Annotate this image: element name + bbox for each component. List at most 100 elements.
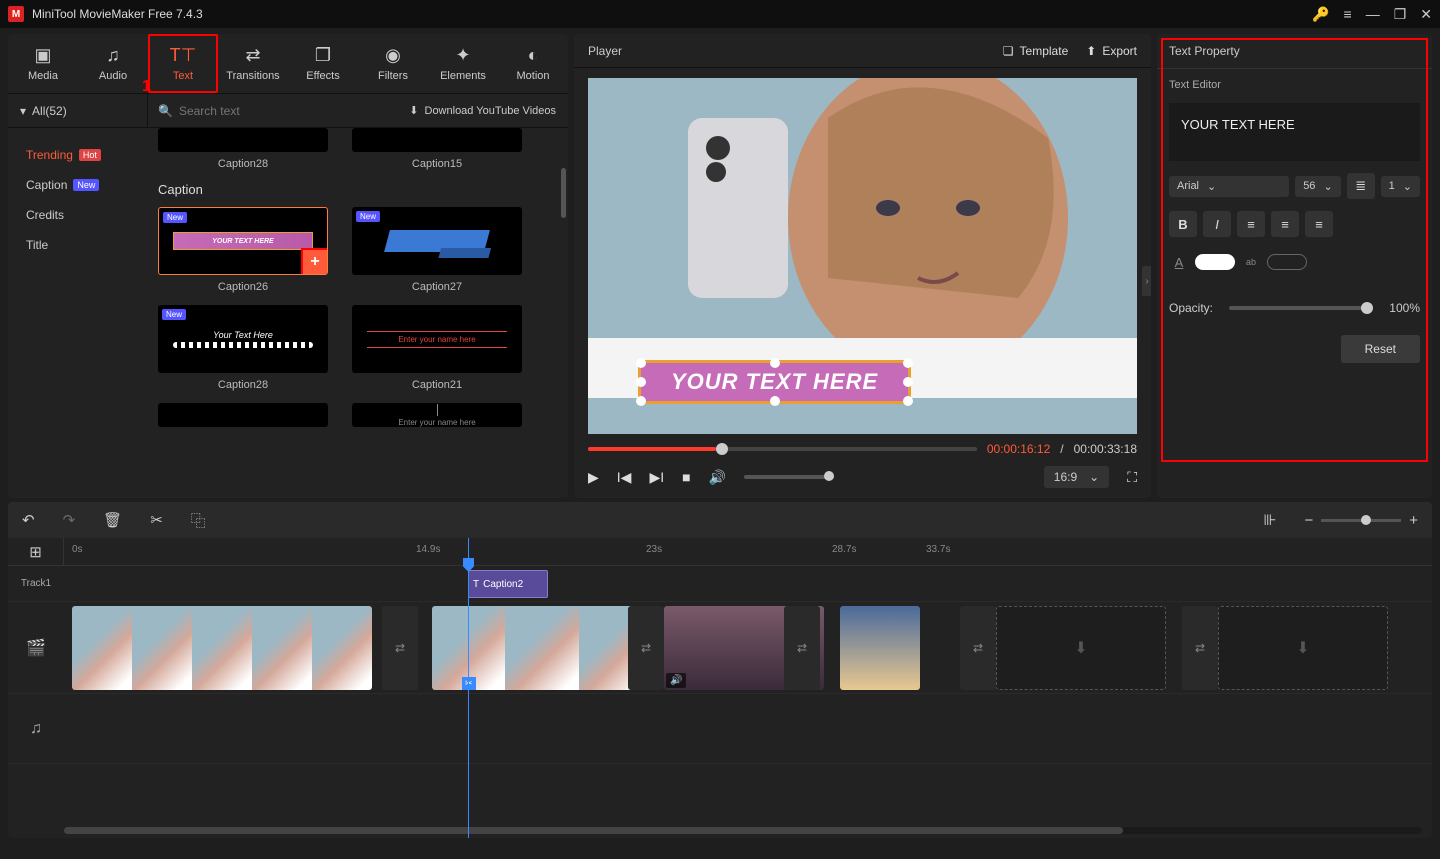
export-button[interactable]: ⬆ Export [1086, 44, 1137, 58]
ruler-mark: 28.7s [832, 544, 856, 555]
volume-slider[interactable] [744, 475, 834, 479]
thumbnail-Caption21[interactable]: Enter your name here [352, 305, 522, 373]
nav-tab-effects[interactable]: ❐Effects [288, 34, 358, 93]
empty-clip-slot[interactable]: ⬇ [996, 606, 1166, 690]
progress-bar[interactable] [588, 447, 977, 451]
split-button[interactable]: ✂ [150, 511, 163, 529]
align-center-button[interactable]: ≡ [1271, 211, 1299, 237]
line-spacing-select[interactable]: 1⌄ [1381, 176, 1420, 197]
snap-button[interactable]: ⊪ [1263, 511, 1276, 529]
nav-tab-transitions[interactable]: ⇄Transitions [218, 34, 288, 93]
crop-button[interactable]: ⿻ [191, 510, 206, 531]
thumb-label: Caption28 [218, 158, 268, 170]
zoom-slider[interactable] [1321, 519, 1401, 522]
add-button[interactable]: + [301, 248, 328, 275]
text-property-header: Text Property [1157, 34, 1432, 69]
nav-tab-filters[interactable]: ◉Filters [358, 34, 428, 93]
nav-tab-text[interactable]: T⊤Text [148, 34, 218, 93]
transition-slot[interactable]: ⇄ [960, 606, 996, 690]
template-button[interactable]: ❏ Template [1003, 44, 1068, 58]
thumbnail-Caption28[interactable]: NewYour Text Here [158, 305, 328, 373]
minimize-icon[interactable]: — [1366, 6, 1380, 22]
transition-slot[interactable]: ⇄ [784, 606, 820, 690]
key-icon[interactable]: 🔑 [1312, 6, 1329, 23]
bold-button[interactable]: B [1169, 211, 1197, 237]
all-dropdown[interactable]: ▾ All(52) [8, 94, 148, 127]
font-family-select[interactable]: Arial⌄ [1169, 176, 1289, 197]
thumbnail-Caption26[interactable]: NewYOUR TEXT HERE+2 [158, 207, 328, 275]
time-separator: / [1060, 442, 1063, 456]
thumbnail-Caption15[interactable] [352, 128, 522, 152]
playhead[interactable] [468, 538, 469, 838]
music-icon: ♫ [106, 45, 120, 66]
text-overlay[interactable]: YOUR TEXT HERE [638, 360, 911, 404]
transition-slot[interactable]: ⇄ [1182, 606, 1218, 690]
add-track-button[interactable]: ⊞ [29, 543, 42, 561]
delete-button[interactable]: 🗑 [103, 511, 122, 529]
menu-icon[interactable]: ≡ [1344, 6, 1352, 22]
scrollbar-vertical[interactable] [561, 168, 566, 218]
thumbnail-blank[interactable] [158, 403, 328, 427]
nav-tab-audio[interactable]: ♫Audio [78, 34, 148, 93]
font-size-select[interactable]: 56⌄ [1295, 176, 1340, 197]
text-clip[interactable]: T Caption2 [468, 570, 548, 598]
preview-area[interactable]: YOUR TEXT HERE [588, 78, 1137, 434]
video-clip[interactable]: ✂ [432, 606, 652, 690]
panel-expand-handle[interactable]: › [1142, 266, 1151, 296]
empty-clip-slot[interactable]: ⬇ [1218, 606, 1388, 690]
timeline-scrollbar[interactable] [64, 827, 1422, 834]
thumbnail-Caption28[interactable] [158, 128, 328, 152]
download-youtube-link[interactable]: ⬇ Download YouTube Videos [397, 104, 568, 117]
size-value: 56 [1303, 180, 1315, 192]
opacity-value: 100% [1389, 301, 1420, 315]
category-title[interactable]: Title [8, 230, 148, 260]
prev-button[interactable]: I◀ [617, 469, 632, 486]
close-icon[interactable]: ✕ [1420, 6, 1432, 23]
volume-icon[interactable]: 🔊 [709, 469, 726, 486]
category-trending[interactable]: TrendingHot [8, 140, 148, 170]
category-credits[interactable]: Credits [8, 200, 148, 230]
thumb-label: Caption28 [218, 379, 268, 391]
transition-slot[interactable]: ⇄ [382, 606, 418, 690]
redo-button[interactable]: ↷ [63, 511, 76, 529]
category-caption[interactable]: CaptionNew [8, 170, 148, 200]
thumbnail-Caption27[interactable]: New [352, 207, 522, 275]
opacity-slider[interactable] [1229, 306, 1373, 310]
nav-tab-motion[interactable]: ◐Motion [498, 34, 568, 93]
ruler-mark: 14.9s [416, 544, 440, 555]
video-clip[interactable] [72, 606, 372, 690]
next-button[interactable]: ▶I [649, 469, 664, 486]
text-editor-input[interactable]: YOUR TEXT HERE [1169, 103, 1420, 161]
timeline-panel: ↶ ↷ 🗑 ✂ ⿻ ⊪ − + ⊞ 0s14.9s23s28.7s33.7s T… [0, 498, 1440, 853]
export-icon: ⬆ [1086, 44, 1096, 58]
zoom-out-button[interactable]: − [1304, 512, 1313, 529]
text-clip-label: Caption2 [483, 579, 523, 590]
undo-button[interactable]: ↶ [22, 511, 35, 529]
video-track-icon: 🎬 [26, 638, 46, 658]
nav-tab-media[interactable]: ▣Media [8, 34, 78, 93]
thumbnail-blank[interactable]: Enter your name here [352, 403, 522, 427]
video-clip[interactable] [840, 606, 920, 690]
italic-button[interactable]: I [1203, 211, 1231, 237]
align-left-button[interactable]: ≡ [1237, 211, 1265, 237]
nav-tab-elements[interactable]: ✦Elements [428, 34, 498, 93]
search-input[interactable] [179, 104, 387, 118]
elements-icon: ✦ [455, 45, 470, 66]
transition-slot[interactable]: ⇄ [628, 606, 664, 690]
title-bar: M MiniTool MovieMaker Free 7.4.3 🔑 ≡ — ❐… [0, 0, 1440, 28]
reset-button[interactable]: Reset [1341, 335, 1420, 363]
search-icon: 🔍 [158, 104, 173, 118]
fullscreen-button[interactable]: ⛶ [1127, 469, 1137, 486]
maximize-icon[interactable]: ❐ [1394, 6, 1407, 23]
text-color-swatch[interactable] [1195, 254, 1235, 270]
align-right-button[interactable]: ≡ [1305, 211, 1333, 237]
text-track: Track1 T Caption2 [8, 566, 1432, 602]
stop-button[interactable]: ■ [682, 469, 690, 485]
all-count-label: All(52) [32, 104, 67, 118]
timeline-ruler[interactable]: 0s14.9s23s28.7s33.7s [64, 538, 1432, 565]
zoom-in-button[interactable]: + [1409, 512, 1418, 529]
category-sidebar: TrendingHotCaptionNewCreditsTitle [8, 128, 148, 498]
highlight-color-swatch[interactable] [1267, 254, 1307, 270]
aspect-ratio-select[interactable]: 16:9 ⌄ [1044, 466, 1109, 488]
play-button[interactable]: ▶ [588, 469, 599, 486]
